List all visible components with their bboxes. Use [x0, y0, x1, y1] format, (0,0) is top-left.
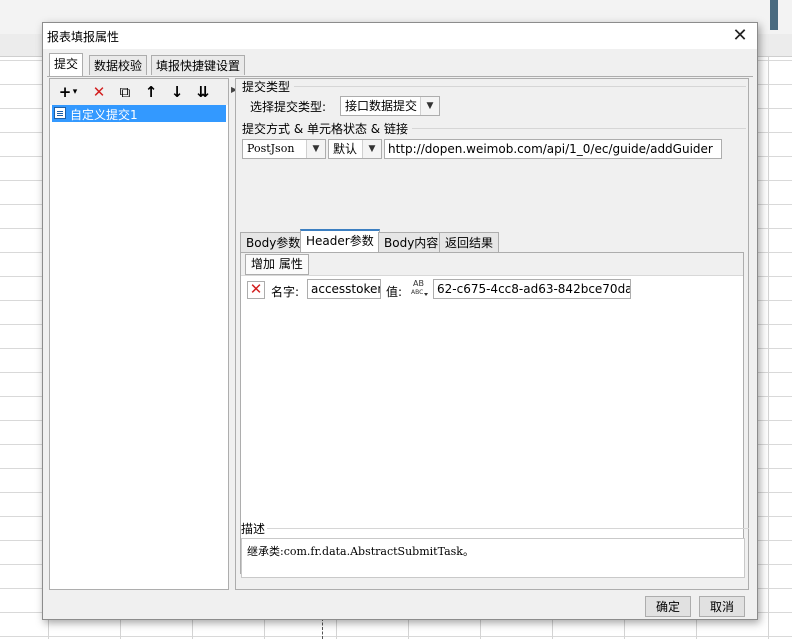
background-scroll-accent [770, 0, 778, 30]
description-label: 描述 [241, 522, 266, 536]
tab-data-validation[interactable]: 数据校验 [89, 55, 148, 75]
submit-type-group-label: 提交类型 [242, 80, 291, 94]
cancel-button[interactable]: 取消 [699, 596, 745, 617]
delete-row-icon[interactable]: ✕ [247, 281, 265, 299]
close-icon[interactable]: ✕ [729, 25, 751, 47]
cell-state-select[interactable]: 默认 ▼ [328, 139, 382, 159]
delete-icon[interactable]: ✕ [88, 81, 110, 103]
description-text: 继承类:com.fr.data.AbstractSubmitTask。 [241, 538, 745, 578]
move-up-icon[interactable]: ↑ [140, 81, 162, 103]
abc-text-icon[interactable]: AB ABC [410, 278, 430, 298]
dialog-titlebar: 报表填报属性 ✕ [43, 23, 757, 49]
sort-icon[interactable]: ⇊ [192, 81, 214, 103]
param-name-input[interactable]: accesstoken [307, 279, 381, 299]
ok-button[interactable]: 确定 [645, 596, 691, 617]
group-divider [294, 86, 746, 87]
submit-method-select[interactable]: PostJson ▼ [242, 139, 326, 159]
tab-body-content[interactable]: Body内容 [378, 232, 445, 252]
submit-method-group-label: 提交方式 & 单元格状态 & 链接 [242, 122, 408, 136]
form-icon [54, 107, 66, 119]
header-params-toolbar: 增加 属性 [241, 253, 743, 276]
description-divider [267, 528, 749, 529]
chevron-down-icon: ▼ [362, 140, 381, 158]
submit-type-value: 接口数据提交 [345, 99, 418, 113]
param-name-label: 名字: [271, 285, 300, 299]
list-item-label: 自定义提交1 [70, 108, 138, 122]
tab-submit[interactable]: 提交 [49, 53, 84, 76]
tab-shortcut-settings[interactable]: 填报快捷键设置 [151, 55, 246, 75]
tab-return-result[interactable]: 返回结果 [439, 232, 500, 252]
add-property-button[interactable]: 增加 属性 [245, 254, 309, 275]
submit-list-panel: + ▾ ✕ ⧉ ↑ ↓ ⇊ 自定义提交1 [49, 78, 229, 590]
copy-icon[interactable]: ⧉ [114, 81, 136, 103]
submit-type-select[interactable]: 接口数据提交 ▼ [340, 96, 440, 116]
param-value-input[interactable]: 62-c675-4cc8-ad63-842bce70da65 [433, 279, 631, 299]
tab-header-params[interactable]: Header参数 [300, 229, 380, 252]
submit-type-select-label: 选择提交类型: [250, 100, 327, 114]
report-fill-properties-dialog: 报表填报属性 ✕ 提交 数据校验 填报快捷键设置 + ▾ ✕ ⧉ ↑ ↓ ⇊ 自… [42, 22, 758, 620]
cell-state-value: 默认 [333, 142, 358, 156]
param-value-label: 值: [386, 285, 403, 299]
group-divider [412, 128, 746, 129]
tab-body-params[interactable]: Body参数 [240, 232, 307, 252]
background-page-break-line [322, 618, 323, 639]
svg-text:AB: AB [413, 279, 424, 288]
chevron-down-icon: ▼ [306, 140, 325, 158]
tabs-divider [47, 76, 753, 77]
header-params-panel: 增加 属性 ✕ 名字: accesstoken 值: AB ABC 62-c67… [240, 252, 744, 574]
add-dropdown-icon[interactable]: ▾ [70, 81, 80, 103]
submit-config-panel: 提交类型 选择提交类型: 接口数据提交 ▼ 提交方式 & 单元格状态 & 链接 … [235, 78, 749, 590]
svg-text:ABC: ABC [411, 289, 423, 296]
dialog-title: 报表填报属性 [47, 30, 120, 44]
list-item[interactable]: 自定义提交1 [52, 105, 226, 122]
submit-list-toolbar: + ▾ ✕ ⧉ ↑ ↓ ⇊ [50, 79, 228, 105]
move-down-icon[interactable]: ↓ [166, 81, 188, 103]
submit-method-value: PostJson [247, 142, 295, 155]
chevron-down-icon: ▼ [420, 97, 439, 115]
url-input[interactable]: http://dopen.weimob.com/api/1_0/ec/guide… [384, 139, 722, 159]
